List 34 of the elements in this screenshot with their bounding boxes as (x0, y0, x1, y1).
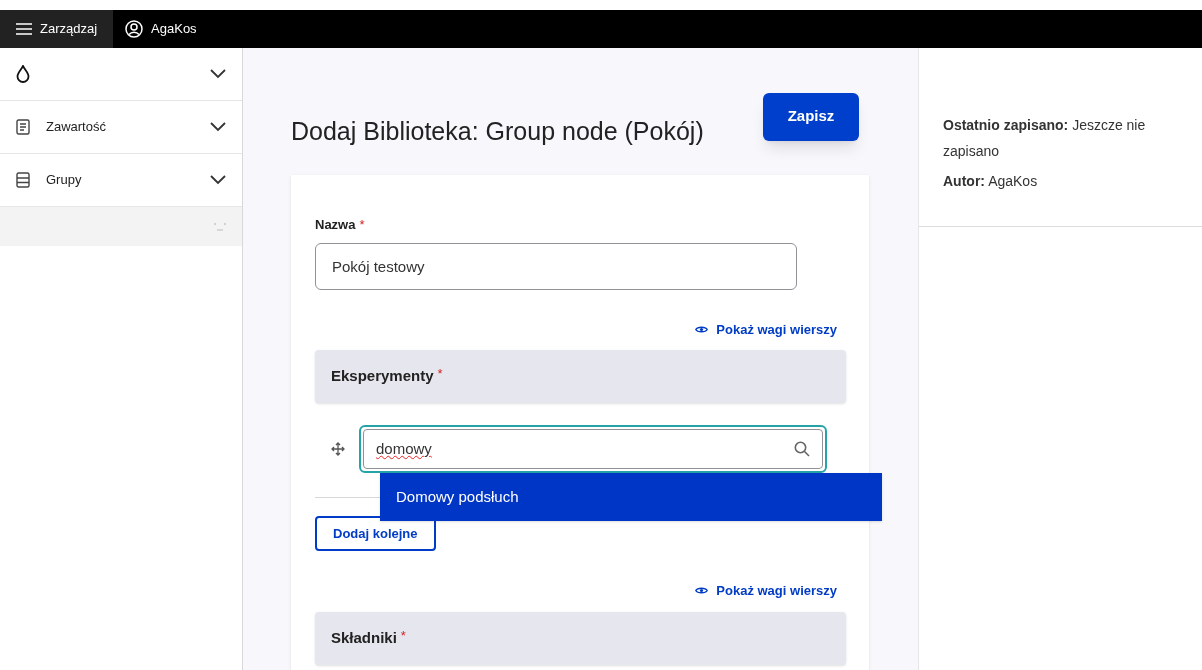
show-weights-link[interactable]: Pokaż wagi wierszy (695, 581, 837, 601)
menu-button[interactable]: Zarządzaj (0, 10, 114, 48)
chevron-icon[interactable] (210, 175, 226, 185)
chevron-icon[interactable] (210, 122, 226, 132)
save-button[interactable]: Zapisz (763, 92, 859, 141)
drag-handle-icon[interactable] (331, 442, 345, 456)
search-value: domowy (376, 438, 433, 459)
search-field[interactable]: domowy (359, 425, 827, 473)
author-text: Autor: AgaKos (943, 172, 1039, 191)
search-icon (794, 441, 810, 457)
field-heading: Eksperymenty (331, 366, 434, 387)
field-heading: Składniki (331, 627, 397, 648)
eye-icon (695, 324, 709, 334)
name-field[interactable]: Pokój testowy (315, 242, 797, 290)
user-icon (125, 20, 144, 38)
user-button[interactable]: AgaKos (113, 10, 209, 48)
sidebar-item[interactable]: Zawartość (0, 101, 242, 154)
required-mark: * (400, 626, 406, 645)
sidebar-label: Zawartość (46, 118, 107, 137)
required-mark: * (437, 365, 443, 383)
suggestion-item[interactable]: Domowy podsłuch (380, 473, 882, 521)
required-mark: * (359, 216, 365, 234)
page-title: Dodaj Biblioteka: Group node (Pokój) (291, 115, 704, 147)
eye-icon (695, 586, 709, 596)
chevron-icon[interactable] (210, 69, 226, 79)
stack-icon (16, 172, 30, 188)
drop-icon (16, 65, 30, 83)
document-icon (16, 119, 30, 135)
field-label: Nazwa (315, 216, 356, 234)
show-weights-link[interactable]: Pokaż wagi wierszy (695, 319, 837, 339)
add-another-button[interactable]: Dodaj kolejne (315, 516, 436, 551)
sidebar-label: Grupy (46, 171, 83, 190)
last-saved-text: Ostatnio zapisano: Jeszcze nie zapisano (943, 116, 1147, 161)
menu-icon (16, 23, 32, 35)
